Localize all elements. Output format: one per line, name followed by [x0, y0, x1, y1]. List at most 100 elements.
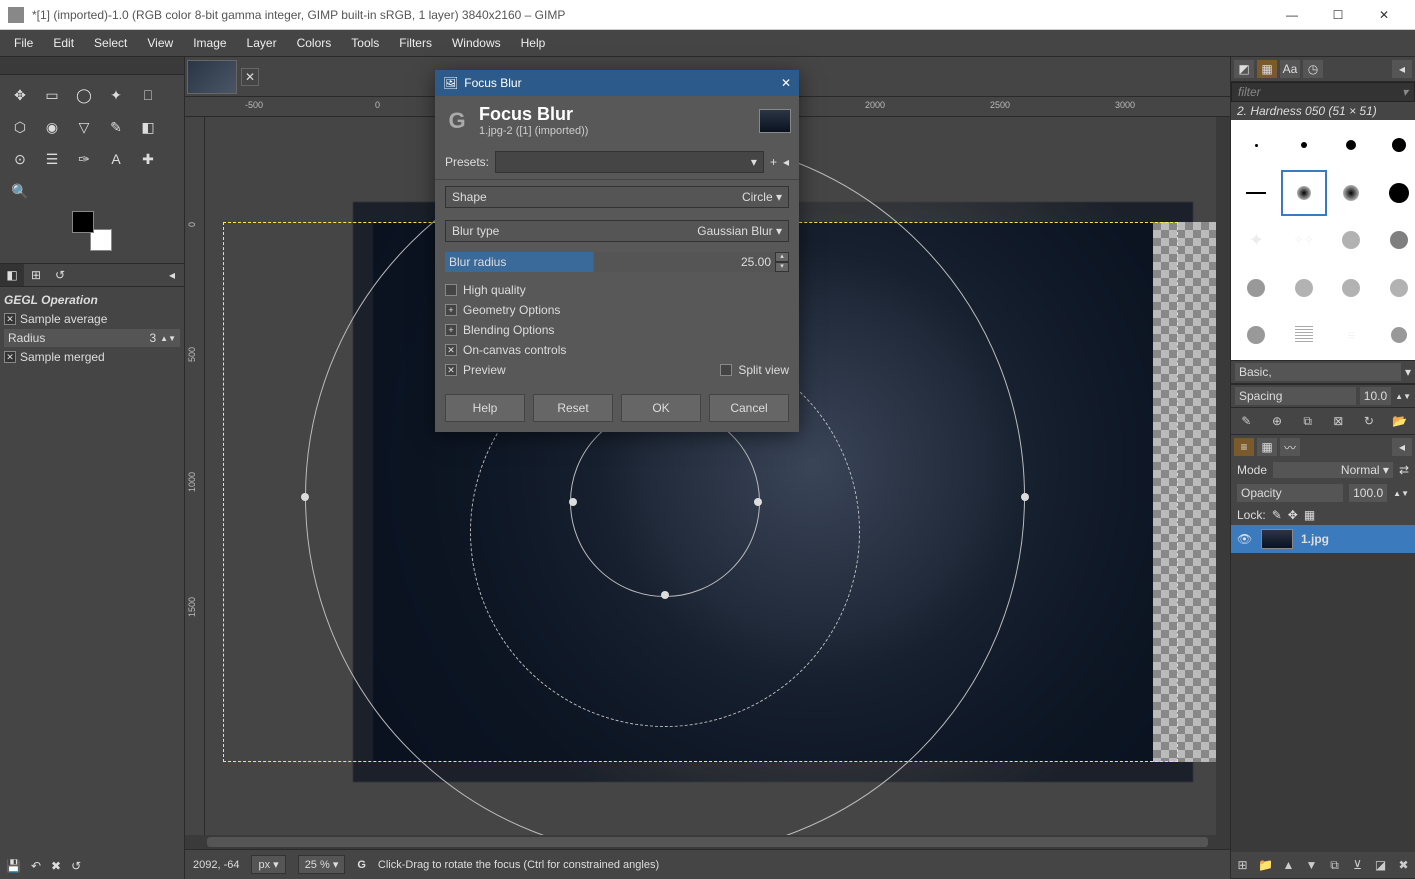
tool-text[interactable]: A [102, 145, 130, 173]
brush-preset-select[interactable]: Basic, [1235, 363, 1401, 381]
tool-warp[interactable]: ◉ [38, 113, 66, 141]
menu-view[interactable]: View [137, 32, 183, 54]
menu-tools[interactable]: Tools [341, 32, 389, 54]
spacing-value[interactable]: 10.0 [1360, 387, 1391, 405]
preset-dropdown-icon[interactable]: ▾ [1405, 365, 1411, 379]
oncanvas-checkbox[interactable]: ✕ [445, 344, 457, 356]
geom-expand[interactable]: + [445, 304, 457, 316]
tab-channels[interactable]: ▦ [1257, 438, 1277, 456]
ok-button[interactable]: OK [621, 394, 701, 422]
status-unit-select[interactable]: px ▾ [251, 855, 285, 874]
lock-pixels-icon[interactable]: ✎ [1272, 508, 1282, 522]
new-brush-icon[interactable]: ⊕ [1268, 412, 1286, 430]
delete-preset-icon[interactable]: ✖ [51, 859, 61, 873]
menu-filters[interactable]: Filters [389, 32, 442, 54]
restore-preset-icon[interactable]: ↶ [31, 859, 41, 873]
tool-zoom[interactable]: 🔍 [6, 177, 34, 205]
focus-inner-handle-b[interactable] [661, 591, 669, 599]
brush-grid[interactable]: ★ ✦ ✧✧ ▲ ✚ ✦ ≈ ⋰ ≡ [1231, 120, 1415, 360]
sample-average-checkbox[interactable]: ✕ [4, 313, 16, 325]
tool-eraser[interactable]: ◧ [134, 113, 162, 141]
filter-dropdown-icon[interactable]: ▾ [1402, 85, 1408, 99]
layer-name[interactable]: 1.jpg [1301, 532, 1329, 546]
tab-menu-icon[interactable]: ◂ [160, 264, 184, 286]
menu-file[interactable]: File [4, 32, 43, 54]
duplicate-brush-icon[interactable]: ⧉ [1299, 412, 1317, 430]
tab-paths[interactable]: 〰 [1280, 438, 1300, 456]
menu-windows[interactable]: Windows [442, 32, 511, 54]
opacity-value[interactable]: 100.0 [1349, 484, 1387, 502]
mode-switch-icon[interactable]: ⇄ [1399, 463, 1409, 477]
dock-handle[interactable] [0, 57, 184, 75]
tool-bucket[interactable]: ▽ [70, 113, 98, 141]
fg-bg-colors[interactable] [72, 211, 112, 251]
blend-label[interactable]: Blending Options [463, 323, 554, 337]
layer-list[interactable]: 👁 1.jpg [1231, 525, 1415, 852]
opacity-spin-icon[interactable]: ▲▼ [1393, 489, 1409, 498]
foreground-color-swatch[interactable] [72, 211, 94, 233]
vscrollbar[interactable] [1216, 117, 1230, 835]
tool-clone[interactable]: ⊙ [6, 145, 34, 173]
menu-image[interactable]: Image [183, 32, 236, 54]
blurtype-select[interactable]: Blur type Gaussian Blur ▾ [445, 220, 789, 242]
mask-layer-icon[interactable]: ◪ [1373, 856, 1388, 874]
tab-history[interactable]: ◷ [1303, 60, 1323, 78]
presets-select[interactable]: ▾ [495, 151, 764, 173]
image-tab-1[interactable] [187, 60, 237, 94]
menu-select[interactable]: Select [84, 32, 137, 54]
dialog-titlebar[interactable]: 🖼 Focus Blur ✕ [435, 70, 799, 96]
menu-edit[interactable]: Edit [43, 32, 84, 54]
focus-handle-right[interactable] [1021, 493, 1029, 501]
spacing-spin-icon[interactable]: ▲▼ [1395, 392, 1411, 401]
brush-filter[interactable]: filter ▾ [1231, 82, 1415, 102]
menu-layer[interactable]: Layer [237, 32, 287, 54]
tab-layers[interactable]: ≡ [1234, 438, 1254, 456]
close-window-button[interactable]: ✕ [1361, 0, 1407, 30]
help-button[interactable]: Help [445, 394, 525, 422]
visibility-eye-icon[interactable]: 👁 [1237, 532, 1253, 546]
new-layer-icon[interactable]: ⊞ [1235, 856, 1250, 874]
blur-radius-value[interactable]: 25.00 [741, 255, 771, 269]
split-view-checkbox[interactable] [720, 364, 732, 376]
tab-patterns[interactable]: ▦ [1257, 60, 1277, 78]
tool-crop[interactable]: ⎕ [134, 81, 162, 109]
manage-preset-icon[interactable]: ◂ [783, 155, 789, 169]
tab-fonts[interactable]: Aa [1280, 60, 1300, 78]
raise-layer-icon[interactable]: ▲ [1281, 856, 1296, 874]
focus-inner-handle-r[interactable] [754, 498, 762, 506]
tab-menu-icon[interactable]: ◂ [1392, 438, 1412, 456]
duplicate-layer-icon[interactable]: ⧉ [1327, 856, 1342, 874]
blur-radius-spinner[interactable]: ▴▾ [775, 252, 789, 272]
mode-select[interactable]: Normal ▾ [1273, 462, 1393, 478]
preview-checkbox[interactable]: ✕ [445, 364, 457, 376]
tab-undo-history[interactable]: ↺ [48, 264, 72, 286]
save-preset-icon[interactable]: 💾 [6, 859, 21, 873]
sample-merged-checkbox[interactable]: ✕ [4, 351, 16, 363]
merge-layer-icon[interactable]: ⊻ [1350, 856, 1365, 874]
lock-position-icon[interactable]: ✥ [1288, 508, 1298, 522]
blur-radius-slider[interactable]: Blur radius 25.00 [445, 252, 775, 272]
delete-layer-icon[interactable]: ✖ [1396, 856, 1411, 874]
layer-row[interactable]: 👁 1.jpg [1231, 525, 1415, 553]
tool-path[interactable]: ✑ [70, 145, 98, 173]
tool-transform[interactable]: ⬡ [6, 113, 34, 141]
status-zoom-select[interactable]: 25 % ▾ [298, 855, 346, 874]
maximize-button[interactable]: ☐ [1315, 0, 1361, 30]
lower-layer-icon[interactable]: ▼ [1304, 856, 1319, 874]
delete-brush-icon[interactable]: ⊠ [1329, 412, 1347, 430]
tab-tool-options[interactable]: ◧ [0, 264, 24, 286]
high-quality-checkbox[interactable] [445, 284, 457, 296]
add-preset-icon[interactable]: + [770, 155, 777, 169]
lock-alpha-icon[interactable]: ▦ [1304, 508, 1315, 522]
edit-brush-icon[interactable]: ✎ [1237, 412, 1255, 430]
radius-spinner-icon[interactable]: ▲▼ [160, 334, 176, 343]
tool-fuzzy-select[interactable]: ✦ [102, 81, 130, 109]
tool-brush[interactable]: ✎ [102, 113, 130, 141]
tool-smudge[interactable]: ☰ [38, 145, 66, 173]
dialog-close-button[interactable]: ✕ [781, 76, 791, 90]
geom-label[interactable]: Geometry Options [463, 303, 560, 317]
menu-colors[interactable]: Colors [287, 32, 342, 54]
close-tab-button[interactable]: ✕ [241, 68, 259, 86]
blend-expand[interactable]: + [445, 324, 457, 336]
focus-handle-left[interactable] [301, 493, 309, 501]
